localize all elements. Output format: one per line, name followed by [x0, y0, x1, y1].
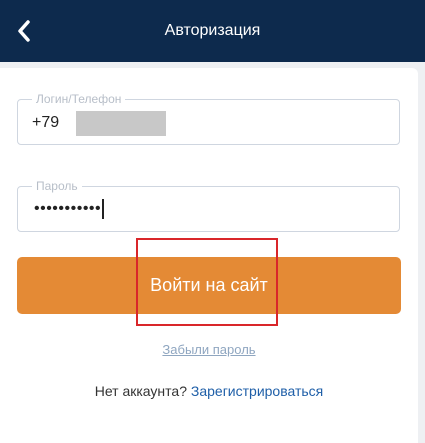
redaction-mask: [76, 111, 166, 136]
text-caret: [102, 199, 104, 219]
password-field-value: •••••••••••: [34, 199, 104, 219]
login-field-value: +79: [32, 114, 60, 131]
highlight-box: [136, 238, 278, 326]
app-header: Авторизация: [0, 0, 425, 62]
password-field-label: Пароль: [32, 178, 82, 194]
register-link[interactable]: Зарегистрироваться: [191, 383, 323, 399]
password-field[interactable]: Пароль •••••••••••: [17, 178, 400, 232]
login-field-label: Логин/Телефон: [32, 91, 126, 107]
page-title: Авторизация: [164, 22, 261, 39]
no-account-text: Нет аккаунта?: [94, 383, 187, 399]
login-field[interactable]: Логин/Телефон +79: [17, 91, 400, 145]
register-row: Нет аккаунта? Зарегистрироваться: [0, 383, 418, 399]
forgot-password-link[interactable]: Забыли пароль: [0, 342, 418, 357]
